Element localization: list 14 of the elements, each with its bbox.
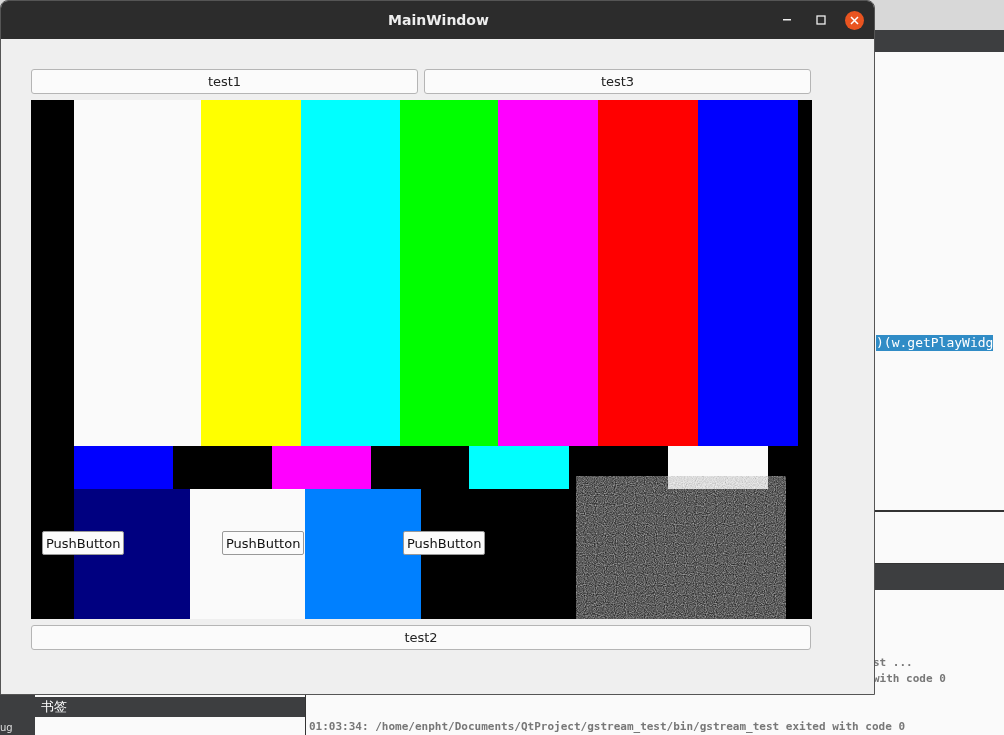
push-button[interactable]: test2 <box>31 625 811 650</box>
close-icon <box>850 15 859 25</box>
window-title: MainWindow <box>388 12 488 28</box>
close-button[interactable] <box>845 10 864 30</box>
push-button[interactable]: PushButton <box>42 531 125 555</box>
push-button[interactable]: PushButton <box>222 531 305 555</box>
push-button[interactable]: test1 <box>31 69 418 94</box>
side-label: ug <box>0 722 13 733</box>
push-button[interactable]: PushButton <box>403 531 486 555</box>
panel-title: 书签 <box>35 697 305 717</box>
minimize-icon <box>783 19 791 21</box>
output-line: 01:03:34: /home/enpht/Documents/QtProject/gstream_test/bin/gstream_test exited with code 0 <box>309 719 907 735</box>
maximize-icon <box>816 15 826 25</box>
push-button[interactable]: test3 <box>424 69 811 94</box>
